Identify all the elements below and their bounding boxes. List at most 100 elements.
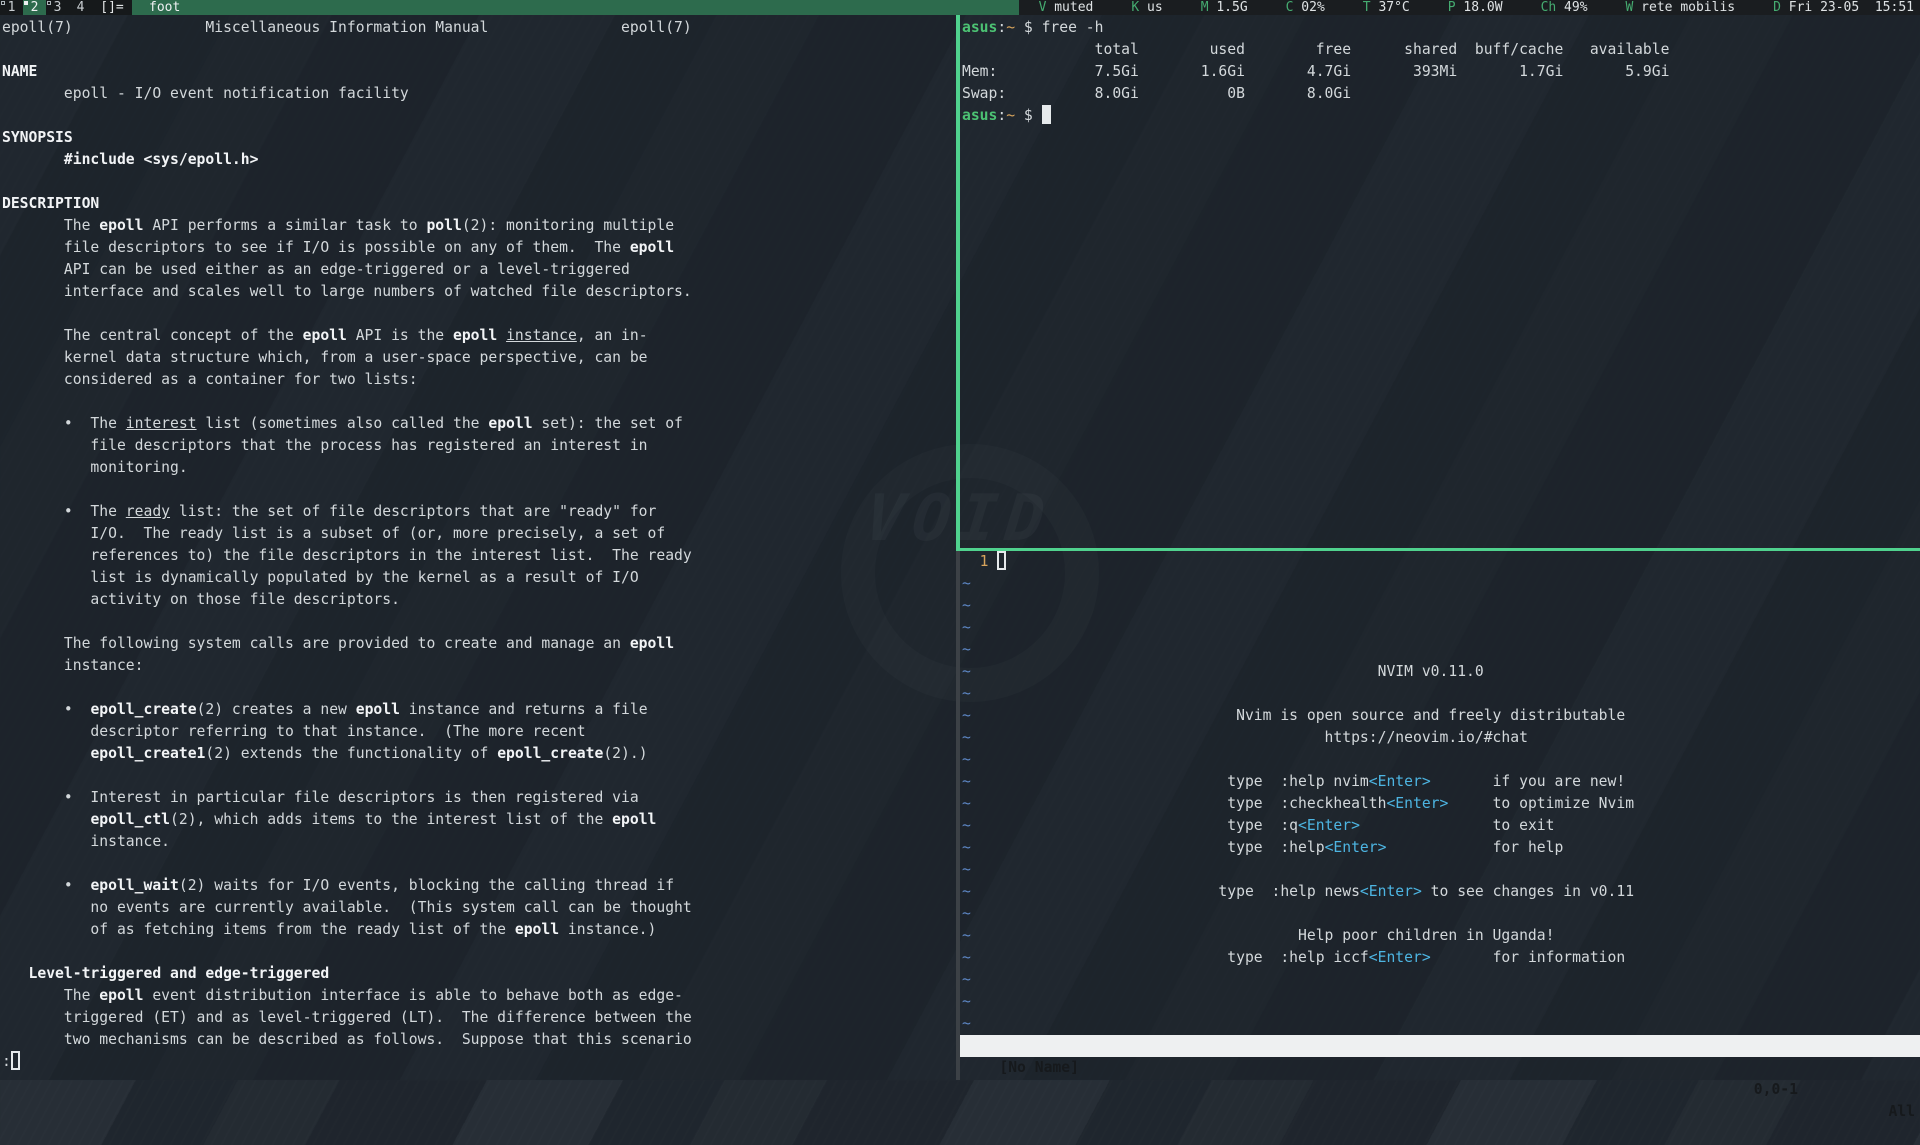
nvim-line: ~ bbox=[960, 617, 1920, 639]
nvim-line: ~ type :help<Enter> for help bbox=[960, 837, 1920, 859]
status-item-d: D Fri 23-05 15:51 bbox=[1773, 0, 1914, 15]
focused-window-border-vertical bbox=[956, 15, 960, 551]
man-page-line: monitoring. bbox=[0, 457, 956, 479]
nvim-line: ~ type :q<Enter> to exit bbox=[960, 815, 1920, 837]
desktop: { "bar": { "tags": [ {"label": "1", "sel… bbox=[0, 0, 1920, 1080]
man-page-line: : bbox=[0, 1051, 956, 1073]
man-page-line: • Interest in particular file descriptor… bbox=[0, 787, 956, 809]
terminal-line: asus:~ $ bbox=[960, 105, 1920, 127]
nvim-line: 1 bbox=[960, 551, 1920, 573]
status-item-t: T 37°C bbox=[1363, 0, 1410, 15]
man-page-line: interface and scales well to large numbe… bbox=[0, 281, 956, 303]
man-page-line: API can be used either as an edge-trigge… bbox=[0, 259, 956, 281]
nvim-line: ~ bbox=[960, 639, 1920, 661]
nvim-line: ~ bbox=[960, 991, 1920, 1013]
man-page-line: list is dynamically populated by the ker… bbox=[0, 567, 956, 589]
terminal-line: total used free shared buff/cache availa… bbox=[960, 39, 1920, 61]
nvim-scroll-position: All bbox=[1888, 1101, 1915, 1123]
nvim-line: ~ bbox=[960, 749, 1920, 771]
nvim-line: ~ type :checkhealth<Enter> to optimize N… bbox=[960, 793, 1920, 815]
man-page-line bbox=[0, 39, 956, 61]
nvim-ruler: 0,0-1 bbox=[1754, 1079, 1798, 1101]
workspace-tags: 1234 bbox=[0, 0, 92, 15]
status-item-w: W rete mobilis bbox=[1626, 0, 1736, 15]
nvim-line: ~ https://neovim.io/#chat bbox=[960, 727, 1920, 749]
layout-indicator[interactable]: []= bbox=[92, 0, 132, 15]
shell-output: asus:~ $ free -h total used free shared … bbox=[960, 17, 1920, 127]
man-page-line: Level-triggered and edge-triggered bbox=[0, 963, 956, 985]
man-page-line: two mechanisms can be described as follo… bbox=[0, 1029, 956, 1051]
nvim-line: ~ NVIM v0.11.0 bbox=[960, 661, 1920, 683]
tag-client-indicator bbox=[24, 1, 28, 5]
status-item-v: V muted bbox=[1039, 0, 1094, 15]
status-item-c: C 02% bbox=[1286, 0, 1325, 15]
workspace-tag-2[interactable]: 2 bbox=[23, 0, 46, 15]
workspace-tag-1[interactable]: 1 bbox=[0, 0, 23, 15]
man-page-line: The epoll API performs a similar task to… bbox=[0, 215, 956, 237]
man-page-line: of as fetching items from the ready list… bbox=[0, 919, 956, 941]
nvim-buffer-name: [No Name] bbox=[999, 1059, 1079, 1076]
man-page-line bbox=[0, 391, 956, 413]
nvim-terminal[interactable]: 1 ~~~~~ NVIM v0.11.0~~ Nvim is open sour… bbox=[960, 551, 1920, 1080]
status-items: V muted K us M 1.5G C 02% T 37°C P 18.0W Ch 49… bbox=[1019, 0, 1920, 15]
man-page-line bbox=[0, 765, 956, 787]
man-page-line: instance: bbox=[0, 655, 956, 677]
status-item-ch: Ch 49% bbox=[1541, 0, 1588, 15]
man-page-line: kernel data structure which, from a user… bbox=[0, 347, 956, 369]
nvim-line: ~ Help poor children in Uganda! bbox=[960, 925, 1920, 947]
shell-terminal[interactable]: asus:~ $ free -h total used free shared … bbox=[960, 15, 1920, 548]
man-page-line: I/O. The ready list is a subset of (or, … bbox=[0, 523, 956, 545]
man-page-line: SYNOPSIS bbox=[0, 127, 956, 149]
status-item-m: M 1.5G bbox=[1201, 0, 1248, 15]
man-page-line: considered as a container for two lists: bbox=[0, 369, 956, 391]
man-page-line: The epoll event distribution interface i… bbox=[0, 985, 956, 1007]
man-page-line: references to) the file descriptors in t… bbox=[0, 545, 956, 567]
focused-window-border-horizontal bbox=[956, 548, 1920, 551]
man-page-line: • The ready list: the set of file descri… bbox=[0, 501, 956, 523]
man-page-line: epoll_create1(2) extends the functionali… bbox=[0, 743, 956, 765]
nvim-line: ~ bbox=[960, 595, 1920, 617]
tag-client-indicator bbox=[47, 1, 51, 5]
status-bar: 1234 []= foot V muted K us M 1.5G C 02% T 37… bbox=[0, 0, 1920, 15]
man-page-line: DESCRIPTION bbox=[0, 193, 956, 215]
unfocused-window-border bbox=[956, 551, 960, 1080]
man-page-line: descriptor referring to that instance. (… bbox=[0, 721, 956, 743]
nvim-line: ~ bbox=[960, 859, 1920, 881]
man-page-line bbox=[0, 941, 956, 963]
man-page-line: The central concept of the epoll API is … bbox=[0, 325, 956, 347]
focused-window-title: foot bbox=[132, 0, 1019, 15]
man-page-line bbox=[0, 105, 956, 127]
man-page-line: epoll - I/O event notification facility bbox=[0, 83, 956, 105]
man-page-line: instance. bbox=[0, 831, 956, 853]
nvim-line: ~ Nvim is open source and freely distrib… bbox=[960, 705, 1920, 727]
man-page-terminal[interactable]: epoll(7) Miscellaneous Information Manua… bbox=[0, 15, 956, 1080]
man-page-line bbox=[0, 303, 956, 325]
terminal-line: Mem: 7.5Gi 1.6Gi 4.7Gi 393Mi 1.7Gi 5.9Gi bbox=[960, 61, 1920, 83]
terminal-line: Swap: 8.0Gi 0B 8.0Gi bbox=[960, 83, 1920, 105]
man-page-line bbox=[0, 171, 956, 193]
man-page-line: The following system calls are provided … bbox=[0, 633, 956, 655]
tag-client-indicator bbox=[1, 1, 5, 5]
man-page-line: file descriptors to see if I/O is possib… bbox=[0, 237, 956, 259]
status-item-k: K us bbox=[1131, 0, 1162, 15]
nvim-line: ~ bbox=[960, 573, 1920, 595]
window-title-text: foot bbox=[149, 0, 180, 15]
man-page-line bbox=[0, 611, 956, 633]
nvim-line: ~ bbox=[960, 1013, 1920, 1035]
nvim-line: ~ type :help iccf<Enter> for information bbox=[960, 947, 1920, 969]
man-page-line: NAME bbox=[0, 61, 956, 83]
terminal-line: asus:~ $ free -h bbox=[960, 17, 1920, 39]
nvim-line: ~ bbox=[960, 969, 1920, 991]
nvim-line: ~ type :help news<Enter> to see changes … bbox=[960, 881, 1920, 903]
man-page-line bbox=[0, 479, 956, 501]
nvim-buffer: 1 ~~~~~ NVIM v0.11.0~~ Nvim is open sour… bbox=[960, 551, 1920, 1035]
man-page-line: no events are currently available. (This… bbox=[0, 897, 956, 919]
man-page-line: triggered (ET) and as level-triggered (L… bbox=[0, 1007, 956, 1029]
man-page-line bbox=[0, 853, 956, 875]
man-page-line: • epoll_create(2) creates a new epoll in… bbox=[0, 699, 956, 721]
man-page-line: activity on those file descriptors. bbox=[0, 589, 956, 611]
status-item-p: P 18.0W bbox=[1448, 0, 1503, 15]
workspace-tag-4[interactable]: 4 bbox=[69, 0, 92, 15]
workspace-tag-3[interactable]: 3 bbox=[46, 0, 69, 15]
man-page-line: file descriptors that the process has re… bbox=[0, 435, 956, 457]
